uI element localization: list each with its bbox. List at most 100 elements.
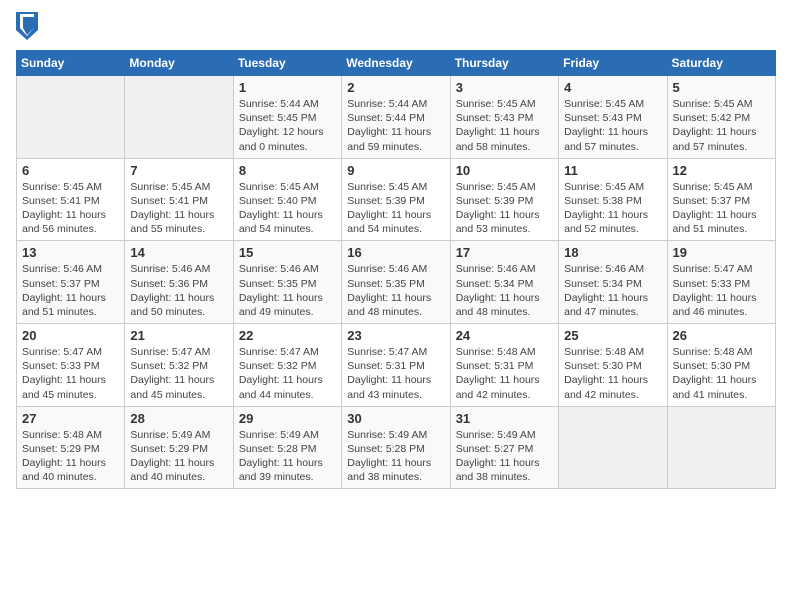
calendar-cell: 4 Sunrise: 5:45 AMSunset: 5:43 PMDaylight… — [559, 76, 667, 159]
calendar-cell: 10 Sunrise: 5:45 AMSunset: 5:39 PMDayligh… — [450, 158, 558, 241]
calendar-cell: 19 Sunrise: 5:47 AMSunset: 5:33 PMDayligh… — [667, 241, 775, 324]
day-detail: Sunrise: 5:45 AMSunset: 5:41 PMDaylight:… — [130, 180, 227, 237]
calendar-week-2: 6 Sunrise: 5:45 AMSunset: 5:41 PMDaylight… — [17, 158, 776, 241]
page-container: SundayMondayTuesdayWednesdayThursdayFrid… — [0, 0, 792, 499]
day-number: 2 — [347, 80, 444, 95]
day-number: 15 — [239, 245, 336, 260]
day-detail: Sunrise: 5:47 AMSunset: 5:32 PMDaylight:… — [239, 345, 336, 402]
calendar-cell: 2 Sunrise: 5:44 AMSunset: 5:44 PMDaylight… — [342, 76, 450, 159]
day-number: 28 — [130, 411, 227, 426]
day-number: 8 — [239, 163, 336, 178]
day-detail: Sunrise: 5:48 AMSunset: 5:31 PMDaylight:… — [456, 345, 553, 402]
day-number: 25 — [564, 328, 661, 343]
calendar-week-3: 13 Sunrise: 5:46 AMSunset: 5:37 PMDayligh… — [17, 241, 776, 324]
day-detail: Sunrise: 5:44 AMSunset: 5:45 PMDaylight:… — [239, 97, 336, 154]
calendar-header: SundayMondayTuesdayWednesdayThursdayFrid… — [17, 51, 776, 76]
day-number: 31 — [456, 411, 553, 426]
day-number: 26 — [673, 328, 770, 343]
calendar-cell: 18 Sunrise: 5:46 AMSunset: 5:34 PMDayligh… — [559, 241, 667, 324]
calendar-cell: 26 Sunrise: 5:48 AMSunset: 5:30 PMDayligh… — [667, 324, 775, 407]
day-detail: Sunrise: 5:45 AMSunset: 5:39 PMDaylight:… — [456, 180, 553, 237]
day-detail: Sunrise: 5:45 AMSunset: 5:37 PMDaylight:… — [673, 180, 770, 237]
calendar-cell: 24 Sunrise: 5:48 AMSunset: 5:31 PMDayligh… — [450, 324, 558, 407]
logo — [16, 16, 40, 40]
calendar-week-4: 20 Sunrise: 5:47 AMSunset: 5:33 PMDayligh… — [17, 324, 776, 407]
day-number: 14 — [130, 245, 227, 260]
day-number: 18 — [564, 245, 661, 260]
calendar-cell — [17, 76, 125, 159]
day-detail: Sunrise: 5:48 AMSunset: 5:30 PMDaylight:… — [564, 345, 661, 402]
calendar-cell: 29 Sunrise: 5:49 AMSunset: 5:28 PMDayligh… — [233, 406, 341, 489]
day-number: 1 — [239, 80, 336, 95]
day-number: 17 — [456, 245, 553, 260]
page-header — [16, 16, 776, 40]
day-detail: Sunrise: 5:45 AMSunset: 5:39 PMDaylight:… — [347, 180, 444, 237]
day-number: 23 — [347, 328, 444, 343]
calendar-cell: 27Sunrise: 5:48 AMSunset: 5:29 PMDayligh… — [17, 406, 125, 489]
day-detail: Sunrise: 5:46 AMSunset: 5:35 PMDaylight:… — [347, 262, 444, 319]
calendar-body: 1 Sunrise: 5:44 AMSunset: 5:45 PMDaylight… — [17, 76, 776, 489]
day-number: 7 — [130, 163, 227, 178]
day-number: 12 — [673, 163, 770, 178]
calendar-cell: 9Sunrise: 5:45 AMSunset: 5:39 PMDaylight… — [342, 158, 450, 241]
day-number: 22 — [239, 328, 336, 343]
day-detail: Sunrise: 5:46 AMSunset: 5:37 PMDaylight:… — [22, 262, 119, 319]
day-detail: Sunrise: 5:47 AMSunset: 5:33 PMDaylight:… — [673, 262, 770, 319]
day-number: 24 — [456, 328, 553, 343]
calendar-cell: 14 Sunrise: 5:46 AMSunset: 5:36 PMDayligh… — [125, 241, 233, 324]
calendar-cell: 22 Sunrise: 5:47 AMSunset: 5:32 PMDayligh… — [233, 324, 341, 407]
day-number: 3 — [456, 80, 553, 95]
weekday-header-friday: Friday — [559, 51, 667, 76]
day-detail: Sunrise: 5:46 AMSunset: 5:34 PMDaylight:… — [456, 262, 553, 319]
calendar-cell: 15 Sunrise: 5:46 AMSunset: 5:35 PMDayligh… — [233, 241, 341, 324]
calendar-cell — [559, 406, 667, 489]
day-detail: Sunrise: 5:45 AMSunset: 5:38 PMDaylight:… — [564, 180, 661, 237]
day-number: 21 — [130, 328, 227, 343]
day-detail: Sunrise: 5:45 AMSunset: 5:42 PMDaylight:… — [673, 97, 770, 154]
calendar-cell: 17 Sunrise: 5:46 AMSunset: 5:34 PMDayligh… — [450, 241, 558, 324]
calendar-cell: 16 Sunrise: 5:46 AMSunset: 5:35 PMDayligh… — [342, 241, 450, 324]
calendar-cell: 12 Sunrise: 5:45 AMSunset: 5:37 PMDayligh… — [667, 158, 775, 241]
day-number: 20 — [22, 328, 119, 343]
calendar-cell — [667, 406, 775, 489]
calendar-cell: 1 Sunrise: 5:44 AMSunset: 5:45 PMDaylight… — [233, 76, 341, 159]
day-detail: Sunrise: 5:45 AMSunset: 5:43 PMDaylight:… — [564, 97, 661, 154]
calendar-cell: 5 Sunrise: 5:45 AMSunset: 5:42 PMDaylight… — [667, 76, 775, 159]
day-detail: Sunrise: 5:45 AMSunset: 5:40 PMDaylight:… — [239, 180, 336, 237]
day-detail: Sunrise: 5:46 AMSunset: 5:34 PMDaylight:… — [564, 262, 661, 319]
logo-icon — [16, 12, 38, 40]
day-detail: Sunrise: 5:49 AMSunset: 5:27 PMDaylight:… — [456, 428, 553, 485]
day-detail: Sunrise: 5:45 AMSunset: 5:43 PMDaylight:… — [456, 97, 553, 154]
calendar-cell: 25 Sunrise: 5:48 AMSunset: 5:30 PMDayligh… — [559, 324, 667, 407]
day-number: 5 — [673, 80, 770, 95]
calendar-week-1: 1 Sunrise: 5:44 AMSunset: 5:45 PMDaylight… — [17, 76, 776, 159]
day-detail: Sunrise: 5:44 AMSunset: 5:44 PMDaylight:… — [347, 97, 444, 154]
day-number: 16 — [347, 245, 444, 260]
weekday-header-saturday: Saturday — [667, 51, 775, 76]
day-detail: Sunrise: 5:46 AMSunset: 5:36 PMDaylight:… — [130, 262, 227, 319]
day-detail: Sunrise: 5:47 AMSunset: 5:31 PMDaylight:… — [347, 345, 444, 402]
day-detail: Sunrise: 5:48 AMSunset: 5:30 PMDaylight:… — [673, 345, 770, 402]
day-detail: Sunrise: 5:49 AMSunset: 5:28 PMDaylight:… — [239, 428, 336, 485]
day-number: 27 — [22, 411, 119, 426]
day-number: 10 — [456, 163, 553, 178]
calendar-table: SundayMondayTuesdayWednesdayThursdayFrid… — [16, 50, 776, 489]
calendar-cell: 3 Sunrise: 5:45 AMSunset: 5:43 PMDaylight… — [450, 76, 558, 159]
weekday-header-row: SundayMondayTuesdayWednesdayThursdayFrid… — [17, 51, 776, 76]
calendar-cell: 7 Sunrise: 5:45 AMSunset: 5:41 PMDaylight… — [125, 158, 233, 241]
day-detail: Sunrise: 5:46 AMSunset: 5:35 PMDaylight:… — [239, 262, 336, 319]
day-number: 4 — [564, 80, 661, 95]
day-detail: Sunrise: 5:47 AMSunset: 5:32 PMDaylight:… — [130, 345, 227, 402]
calendar-cell: 8 Sunrise: 5:45 AMSunset: 5:40 PMDaylight… — [233, 158, 341, 241]
day-number: 13 — [22, 245, 119, 260]
day-detail: Sunrise: 5:47 AMSunset: 5:33 PMDaylight:… — [22, 345, 119, 402]
calendar-cell: 13 Sunrise: 5:46 AMSunset: 5:37 PMDayligh… — [17, 241, 125, 324]
day-number: 19 — [673, 245, 770, 260]
calendar-cell: 28Sunrise: 5:49 AMSunset: 5:29 PMDayligh… — [125, 406, 233, 489]
day-number: 29 — [239, 411, 336, 426]
calendar-cell: 31 Sunrise: 5:49 AMSunset: 5:27 PMDayligh… — [450, 406, 558, 489]
weekday-header-monday: Monday — [125, 51, 233, 76]
weekday-header-sunday: Sunday — [17, 51, 125, 76]
day-number: 6 — [22, 163, 119, 178]
day-detail: Sunrise: 5:49 AMSunset: 5:28 PMDaylight:… — [347, 428, 444, 485]
